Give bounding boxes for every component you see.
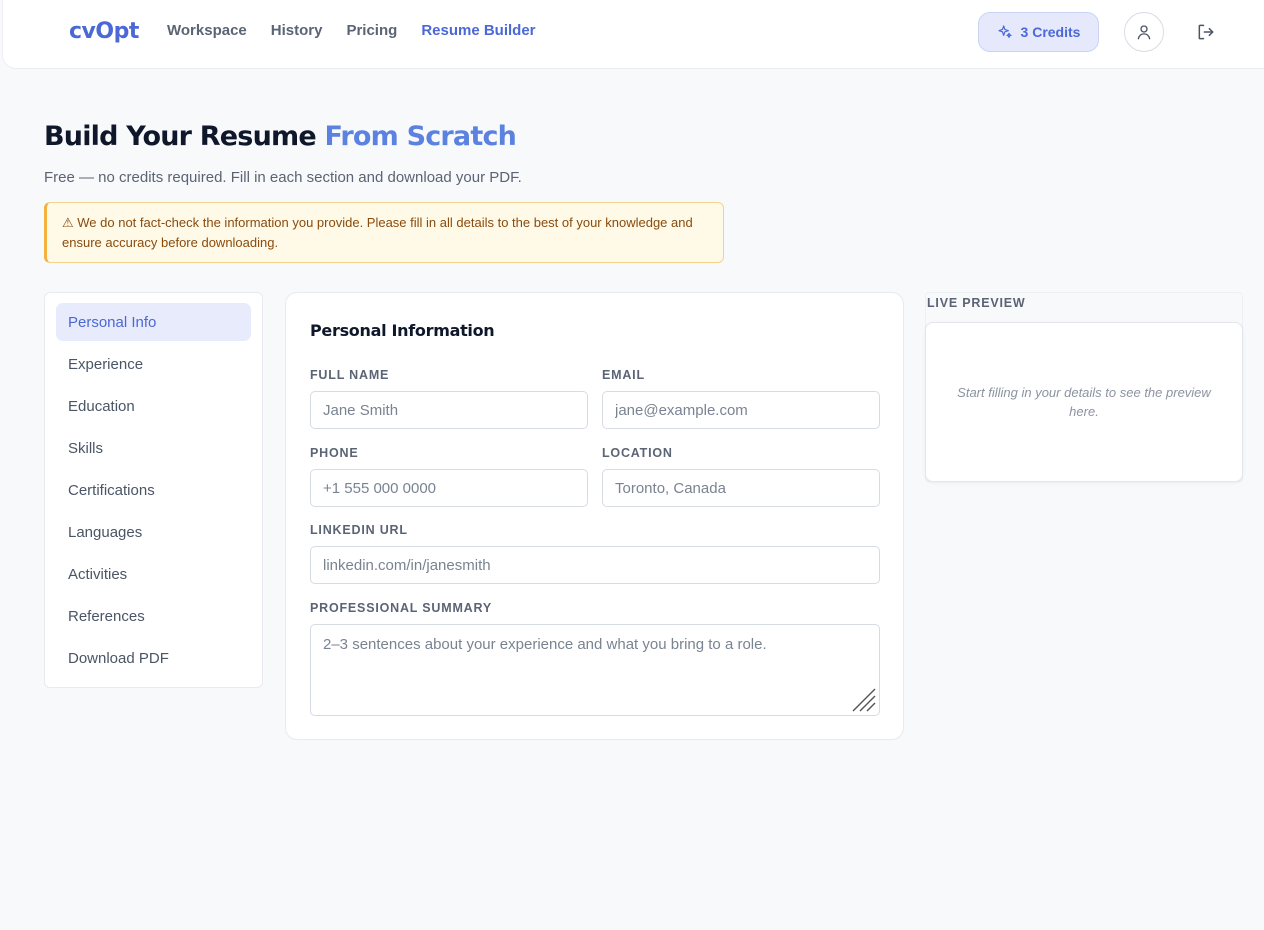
phone-input[interactable]: [310, 469, 588, 507]
top-navbar: cvOpt Workspace History Pricing Resume B…: [2, 0, 1264, 69]
nav-history[interactable]: History: [271, 22, 323, 39]
sidebar-item-languages[interactable]: Languages: [56, 513, 251, 551]
sidebar-item-activities[interactable]: Activities: [56, 555, 251, 593]
email-label: EMAIL: [602, 368, 645, 382]
nav-resume-builder[interactable]: Resume Builder: [421, 22, 535, 39]
main-nav: Workspace History Pricing Resume Builder: [167, 22, 560, 39]
logout-icon: [1198, 24, 1214, 40]
personal-info-form: Personal Information FULL NAME EMAIL PHO…: [285, 292, 904, 740]
summary-textarea[interactable]: [310, 624, 880, 716]
form-title: Personal Information: [310, 321, 495, 340]
credits-label: 3 Credits: [1020, 24, 1081, 40]
profile-button[interactable]: [1124, 12, 1164, 52]
linkedin-label: LINKEDIN URL: [310, 523, 408, 537]
location-label: LOCATION: [602, 446, 673, 460]
email-input[interactable]: [602, 391, 880, 429]
page-subtitle: Free — no credits required. Fill in each…: [44, 169, 522, 186]
nav-pricing[interactable]: Pricing: [346, 22, 397, 39]
page-title-accent: From Scratch: [324, 121, 517, 152]
sidebar-item-references[interactable]: References: [56, 597, 251, 635]
sparkles-icon: [997, 25, 1012, 38]
preview-empty-text: Start filling in your details to see the…: [957, 385, 1211, 419]
preview-label: LIVE PREVIEW: [927, 296, 1026, 310]
credits-button[interactable]: 3 Credits: [978, 12, 1099, 52]
preview-card: Start filling in your details to see the…: [925, 322, 1243, 482]
sidebar-item-skills[interactable]: Skills: [56, 429, 251, 467]
linkedin-input[interactable]: [310, 546, 880, 584]
fact-check-warning: ⚠ We do not fact-check the information y…: [44, 202, 724, 263]
location-input[interactable]: [602, 469, 880, 507]
phone-label: PHONE: [310, 446, 359, 460]
user-icon: [1137, 25, 1151, 40]
sidebar-item-certifications[interactable]: Certifications: [56, 471, 251, 509]
section-sidebar: Personal Info Experience Education Skill…: [44, 292, 263, 688]
page-title: Build Your Resume From Scratch: [44, 121, 517, 152]
app-logo[interactable]: cvOpt: [69, 19, 139, 44]
sidebar-item-personal-info[interactable]: Personal Info: [56, 303, 251, 341]
sidebar-item-download-pdf[interactable]: Download PDF: [56, 639, 251, 677]
page-title-main: Build Your Resume: [44, 121, 317, 152]
full-name-label: FULL NAME: [310, 368, 390, 382]
sidebar-item-education[interactable]: Education: [56, 387, 251, 425]
full-name-input[interactable]: [310, 391, 588, 429]
nav-workspace[interactable]: Workspace: [167, 22, 247, 39]
summary-label: PROFESSIONAL SUMMARY: [310, 601, 492, 615]
sidebar-item-experience[interactable]: Experience: [56, 345, 251, 383]
logout-button[interactable]: [1194, 20, 1218, 44]
